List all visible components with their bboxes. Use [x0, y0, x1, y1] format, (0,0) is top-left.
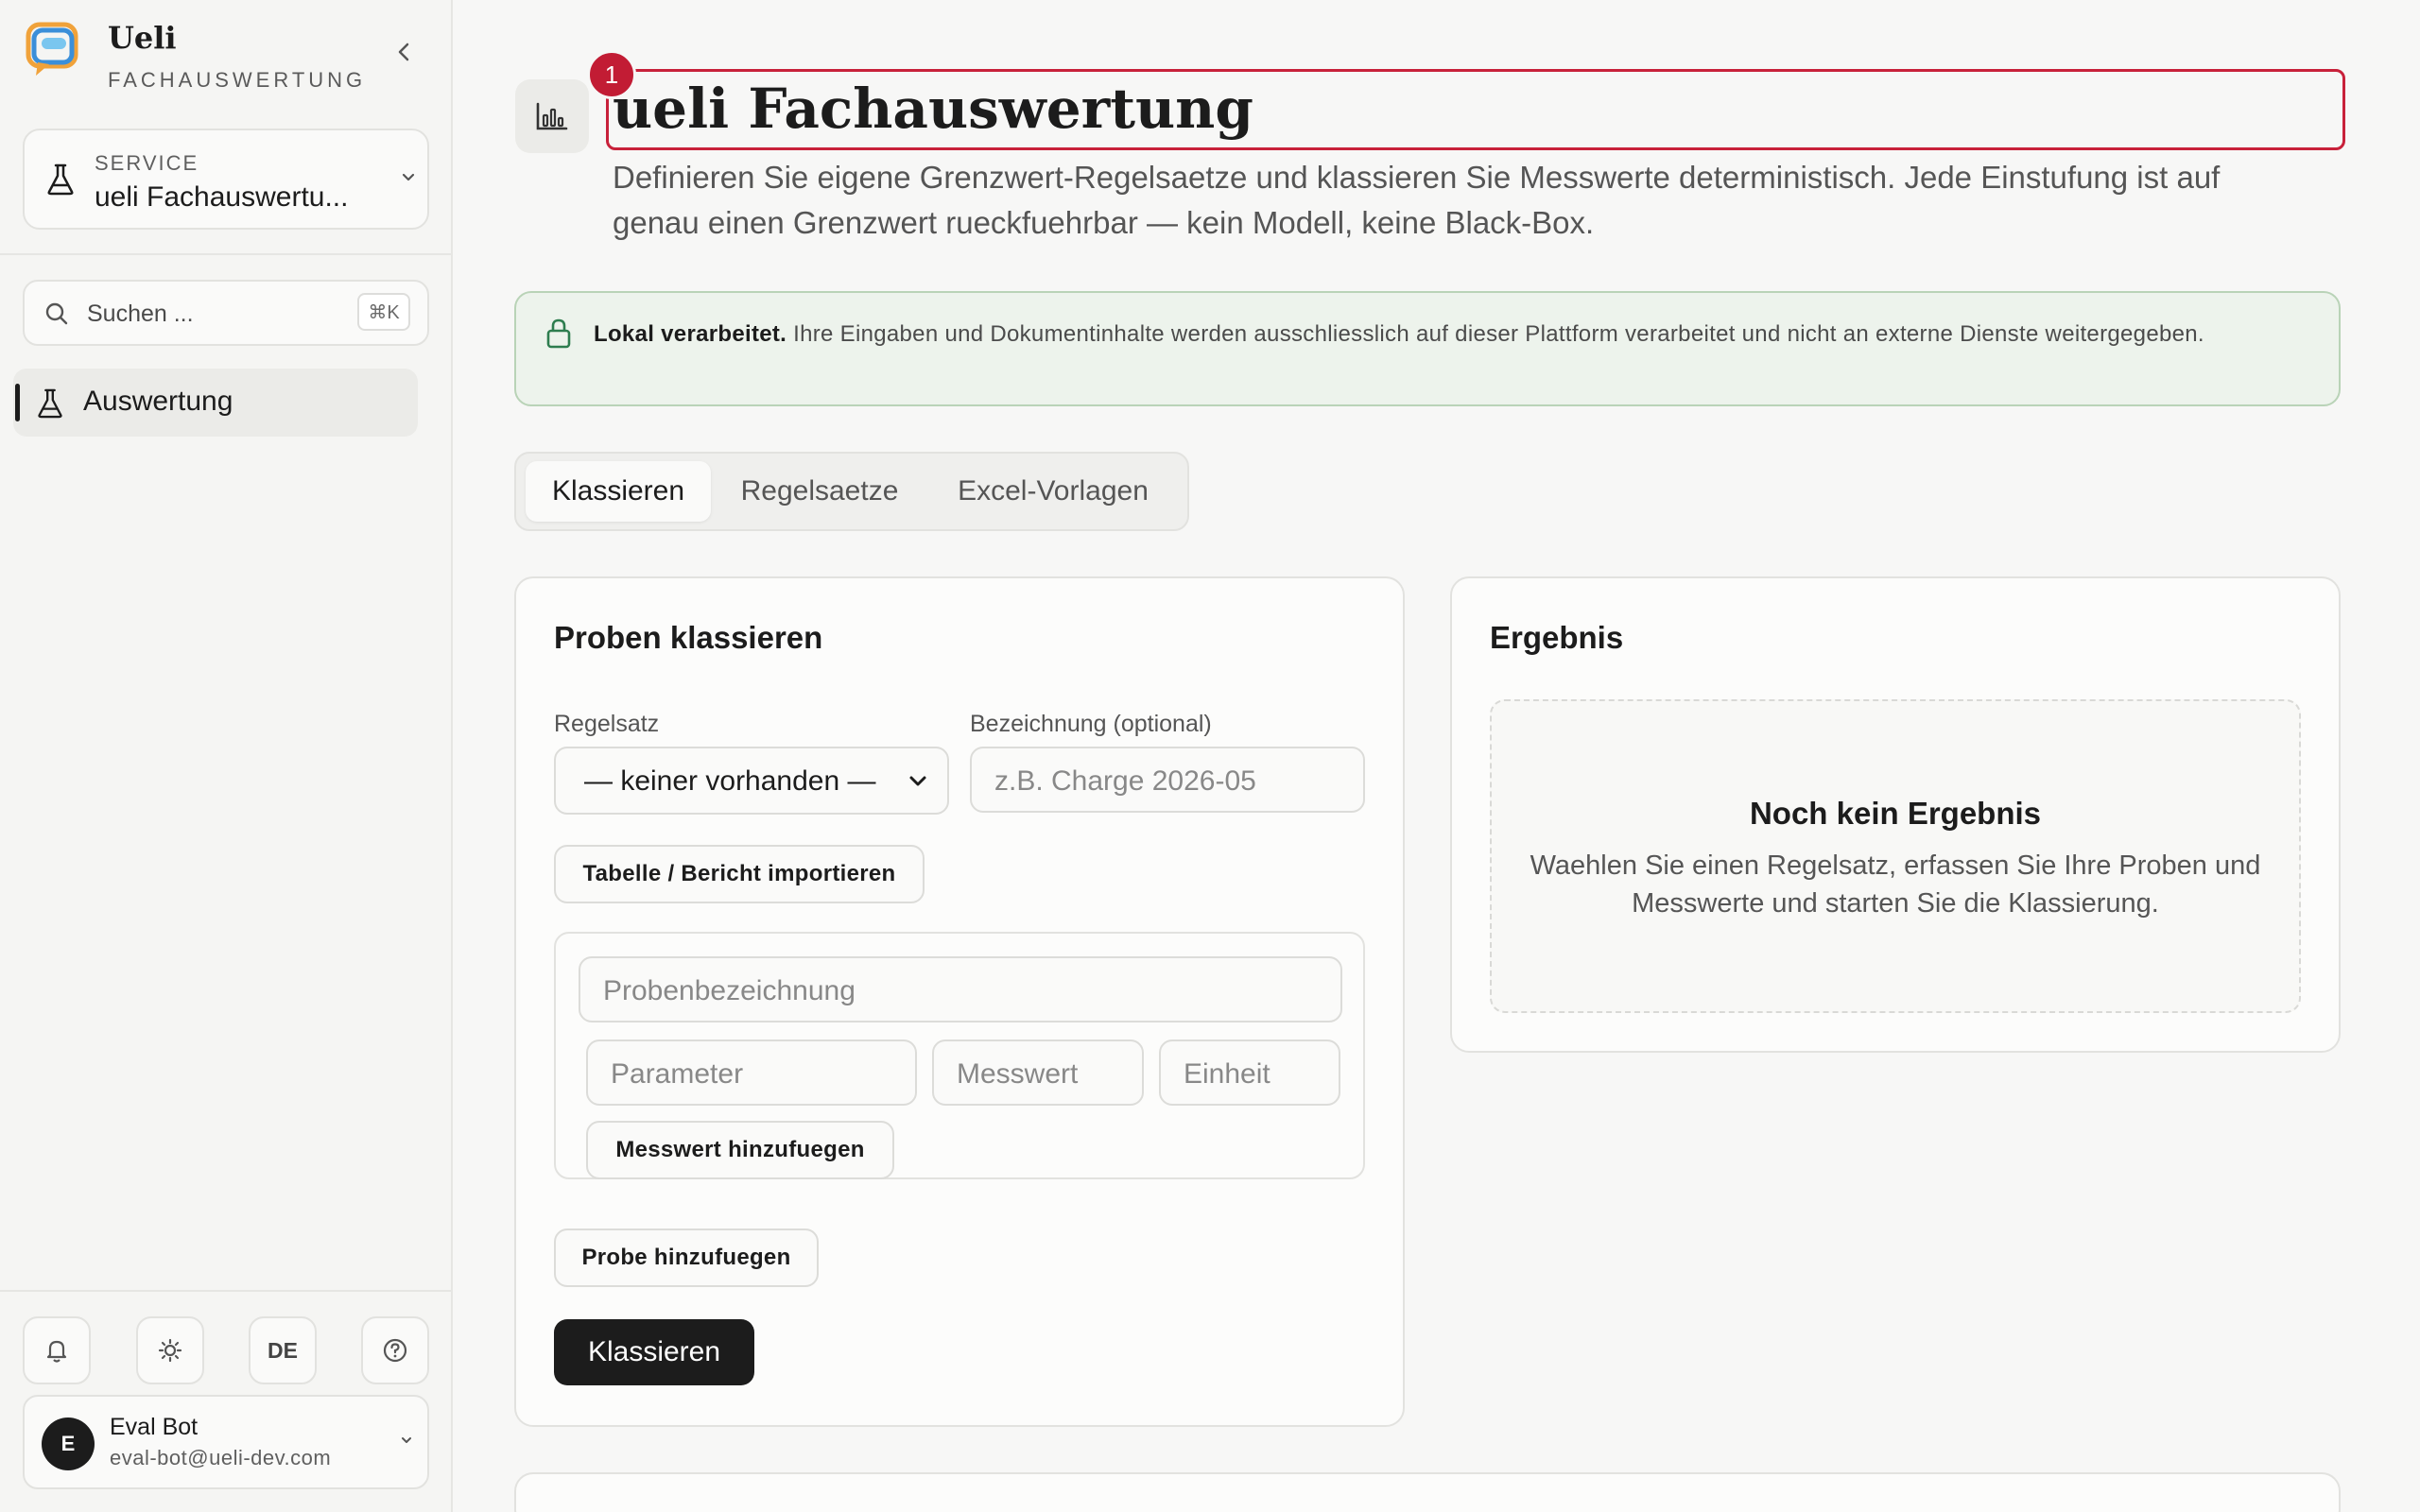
sun-icon — [158, 1338, 182, 1363]
tab-bar: Klassieren Regelsaetze Excel-Vorlagen — [514, 452, 1189, 531]
brand[interactable]: Ueli FACHAUSWERTUNG — [25, 21, 366, 93]
name-input[interactable]: z.B. Charge 2026-05 — [970, 747, 1365, 813]
user-email: eval-bot@ueli-dev.com — [110, 1446, 332, 1469]
chevron-left-icon — [398, 43, 409, 61]
ruleset-select-value: — keiner vorhanden — — [584, 765, 876, 797]
search-placeholder: Suchen ... — [87, 301, 194, 327]
flask-icon — [38, 388, 62, 419]
chevron-down-icon — [402, 173, 415, 181]
active-indicator — [15, 384, 20, 421]
sidebar-item-label: Auswertung — [83, 386, 233, 417]
chevron-down-icon — [909, 776, 926, 786]
flask-icon — [47, 163, 74, 196]
page-title: ueli Fachauswertung — [613, 77, 1253, 141]
divider — [0, 253, 453, 255]
add-sample-button[interactable]: Probe hinzufuegen — [554, 1228, 819, 1287]
classify-card: Proben klassieren Regelsatz — keiner vor… — [514, 576, 1405, 1427]
next-card — [514, 1472, 2341, 1512]
unit-input[interactable]: Einheit — [1159, 1040, 1340, 1106]
ruleset-select[interactable]: — keiner vorhanden — — [554, 747, 949, 815]
user-name: Eval Bot — [110, 1414, 199, 1440]
empty-result-placeholder: Noch kein Ergebnis Waehlen Sie einen Reg… — [1490, 699, 2301, 1013]
sidebar: Ueli FACHAUSWERTUNG SERVICE ueli Fachaus… — [0, 0, 453, 1512]
parameter-placeholder: Parameter — [611, 1058, 744, 1090]
name-label: Bezeichnung (optional) — [970, 711, 1212, 737]
sidebar-item-auswertung[interactable]: Auswertung — [13, 369, 418, 437]
unit-placeholder: Einheit — [1184, 1058, 1270, 1090]
empty-result-title: Noch kein Ergebnis — [1749, 796, 2042, 831]
name-input-placeholder: z.B. Charge 2026-05 — [994, 765, 1256, 797]
brand-subtitle: FACHAUSWERTUNG — [108, 68, 367, 92]
search-icon — [45, 302, 68, 325]
tab-excel-vorlagen[interactable]: Excel-Vorlagen — [926, 461, 1180, 522]
search-input[interactable]: Suchen ... ⌘K — [23, 280, 429, 346]
tab-klassieren[interactable]: Klassieren — [526, 461, 711, 522]
divider — [0, 1290, 453, 1292]
page-description: Definieren Sie eigene Grenzwert-Regelsae… — [613, 160, 2221, 240]
result-card-title: Ergebnis — [1490, 620, 1624, 655]
lock-icon — [546, 318, 571, 349]
help-icon — [383, 1338, 407, 1363]
user-menu[interactable]: E Eval Bot eval-bot@ueli-dev.com — [23, 1395, 429, 1489]
notifications-button[interactable] — [23, 1316, 91, 1384]
avatar: E — [42, 1418, 95, 1470]
service-label: SERVICE — [95, 151, 199, 175]
import-table-button[interactable]: Tabelle / Bericht importieren — [554, 845, 925, 903]
result-card: Ergebnis Noch kein Ergebnis Waehlen Sie … — [1450, 576, 2341, 1053]
local-processing-notice: Lokal verarbeitet. Ihre Eingaben und Dok… — [514, 291, 2341, 406]
classify-submit-button[interactable]: Klassieren — [554, 1319, 754, 1385]
service-value: ueli Fachauswertu... — [95, 181, 349, 213]
chevron-down-icon — [402, 1437, 411, 1443]
measurement-value-placeholder: Messwert — [957, 1058, 1079, 1090]
notice-text: Lokal verarbeitet. Ihre Eingaben und Dok… — [594, 316, 2295, 353]
brand-name: Ueli — [108, 20, 177, 56]
ueli-logo-icon — [26, 22, 78, 76]
notice-bold: Lokal verarbeitet. — [594, 321, 787, 347]
parameter-input[interactable]: Parameter — [586, 1040, 917, 1106]
service-selector[interactable]: SERVICE ueli Fachauswertu... — [23, 129, 429, 230]
bar-chart-icon — [536, 102, 568, 130]
search-shortcut: ⌘K — [357, 293, 410, 331]
sample-editor: Probenbezeichnung Parameter Messwert Ein… — [554, 932, 1365, 1179]
sample-name-placeholder: Probenbezeichnung — [603, 975, 856, 1006]
bell-icon — [46, 1340, 67, 1363]
collapse-sidebar-button[interactable] — [389, 36, 418, 68]
classify-card-title: Proben klassieren — [554, 620, 823, 655]
empty-result-text: Waehlen Sie einen Regelsatz, erfassen Si… — [1530, 850, 2261, 919]
sample-name-input[interactable]: Probenbezeichnung — [579, 956, 1342, 1022]
page-icon — [515, 79, 589, 153]
measurement-value-input[interactable]: Messwert — [932, 1040, 1144, 1106]
help-button[interactable] — [361, 1316, 429, 1384]
language-button[interactable]: DE — [249, 1316, 317, 1384]
ruleset-label: Regelsatz — [554, 711, 660, 737]
tab-regelsaetze[interactable]: Regelsaetze — [722, 461, 917, 522]
add-measurement-button[interactable]: Messwert hinzufuegen — [586, 1121, 894, 1179]
theme-toggle-button[interactable] — [136, 1316, 204, 1384]
notice-body: Ihre Eingaben und Dokumentinhalte werden… — [786, 321, 2204, 347]
annotation-badge: 1 — [587, 50, 636, 99]
